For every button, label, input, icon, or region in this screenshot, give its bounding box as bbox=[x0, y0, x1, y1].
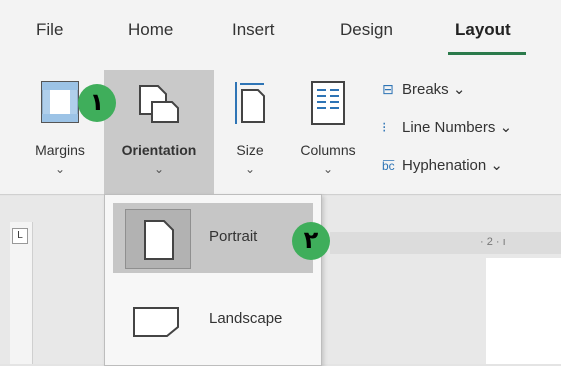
margins-icon bbox=[41, 81, 79, 123]
chevron-down-icon: ⌄ bbox=[244, 162, 256, 176]
landscape-label: Landscape bbox=[209, 310, 283, 327]
line-numbers-icon: ⁝ bbox=[382, 119, 387, 135]
tab-layout[interactable]: Layout bbox=[455, 20, 511, 40]
portrait-label: Portrait bbox=[209, 228, 258, 245]
hyphenation-button[interactable]: b͞c Hyphenation ⌄ bbox=[382, 156, 503, 174]
portrait-page-icon bbox=[144, 220, 174, 260]
menu-item-landscape[interactable]: Landscape bbox=[113, 285, 313, 355]
landscape-page-icon bbox=[133, 307, 179, 337]
horizontal-ruler bbox=[330, 232, 561, 254]
line-numbers-label: Line Numbers bbox=[402, 119, 496, 136]
orientation-menu: Portrait Landscape bbox=[104, 194, 322, 366]
tab-design[interactable]: Design bbox=[340, 20, 393, 40]
columns-icon bbox=[311, 81, 345, 125]
breaks-button[interactable]: ⊟ Breaks ⌄ bbox=[382, 80, 465, 98]
chevron-down-icon: ⌄ bbox=[490, 157, 503, 174]
hyphenation-label: Hyphenation bbox=[402, 157, 487, 174]
orientation-button[interactable]: Orientation ⌄ bbox=[104, 70, 214, 194]
step-badge-2: ۲ bbox=[292, 222, 330, 260]
breaks-label: Breaks bbox=[402, 81, 449, 98]
document-page[interactable] bbox=[486, 258, 561, 364]
columns-button[interactable]: Columns ⌄ bbox=[286, 70, 370, 194]
chevron-down-icon: ⌄ bbox=[499, 119, 513, 136]
tab-insert[interactable]: Insert bbox=[232, 20, 275, 40]
chevron-down-icon: ⌄ bbox=[452, 81, 466, 98]
size-label: Size bbox=[236, 142, 264, 158]
chevron-down-icon: ⌄ bbox=[322, 162, 334, 176]
size-button[interactable]: Size ⌄ bbox=[222, 70, 278, 194]
active-tab-indicator bbox=[448, 52, 526, 55]
tab-file[interactable]: File bbox=[36, 20, 63, 40]
hyphenation-icon: b͞c bbox=[382, 159, 395, 173]
step-badge-1: ۱ bbox=[78, 84, 116, 122]
breaks-icon: ⊟ bbox=[382, 81, 394, 97]
size-icon bbox=[235, 82, 265, 124]
chevron-down-icon: ⌄ bbox=[54, 162, 66, 176]
ruler-marks: · 2 · ı bbox=[480, 236, 506, 248]
menu-item-portrait[interactable]: Portrait bbox=[113, 203, 313, 273]
columns-label: Columns bbox=[300, 142, 356, 158]
margins-label: Margins bbox=[35, 142, 85, 158]
line-numbers-button[interactable]: ⁝ Line Numbers ⌄ bbox=[382, 118, 512, 136]
orientation-label: Orientation bbox=[121, 142, 197, 158]
tab-selector[interactable]: L bbox=[12, 228, 28, 244]
tab-home[interactable]: Home bbox=[128, 20, 173, 40]
ribbon-tab-bar: File Home Insert Design Layout bbox=[0, 0, 561, 64]
chevron-down-icon: ⌄ bbox=[153, 162, 165, 176]
orientation-icon bbox=[139, 85, 179, 123]
